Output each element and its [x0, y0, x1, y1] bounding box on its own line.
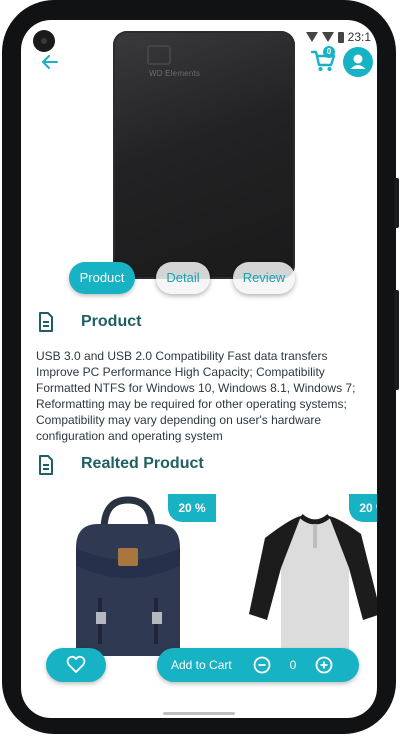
status-bar: 23:1 [305, 30, 371, 44]
profile-button[interactable] [343, 47, 373, 77]
related-product-card[interactable]: 20 % [221, 494, 377, 664]
document-icon [38, 455, 54, 475]
related-section-title: Realted Product [81, 455, 204, 472]
favorite-button[interactable] [46, 648, 106, 682]
product-image: WD Elements [113, 31, 295, 279]
tab-detail[interactable]: Detail [156, 262, 210, 294]
front-camera [33, 30, 55, 52]
tab-review[interactable]: Review [233, 262, 295, 294]
product-brand-text: WD Elements [149, 69, 201, 78]
product-tabs: Product Detail Review [21, 262, 377, 294]
related-product-card[interactable]: 20 % [40, 494, 216, 664]
wd-logo-icon [147, 45, 171, 65]
user-icon [350, 54, 366, 69]
home-indicator[interactable] [163, 712, 235, 715]
discount-badge: 20 % [349, 494, 377, 522]
cart-count-badge: 0 [323, 46, 335, 58]
document-icon [38, 312, 54, 332]
tab-product[interactable]: Product [69, 262, 135, 294]
wifi-icon [305, 32, 318, 42]
heart-icon [66, 655, 86, 673]
minus-circle-icon [253, 656, 271, 674]
plus-circle-icon [315, 656, 333, 674]
discount-badge: 20 % [168, 494, 216, 522]
product-description: USB 3.0 and USB 2.0 Compatibility Fast d… [36, 349, 356, 443]
increase-quantity-button[interactable] [315, 656, 333, 674]
app-screen: WD Elements 23:1 0 Product Detail Review [21, 20, 377, 718]
add-to-cart-bar: Add to Cart 0 [157, 648, 359, 682]
product-section-title: Product [81, 313, 142, 330]
raglan-shirt-image [249, 514, 377, 654]
back-button[interactable] [39, 52, 61, 72]
battery-icon [337, 31, 344, 43]
volume-button [394, 178, 399, 228]
quantity-value: 0 [289, 658, 297, 672]
arrow-left-icon [42, 55, 58, 69]
power-button [394, 290, 399, 390]
signal-icon [321, 32, 334, 42]
decrease-quantity-button[interactable] [253, 656, 271, 674]
add-to-cart-button[interactable]: Add to Cart [171, 648, 232, 682]
status-time: 23:1 [347, 30, 371, 44]
